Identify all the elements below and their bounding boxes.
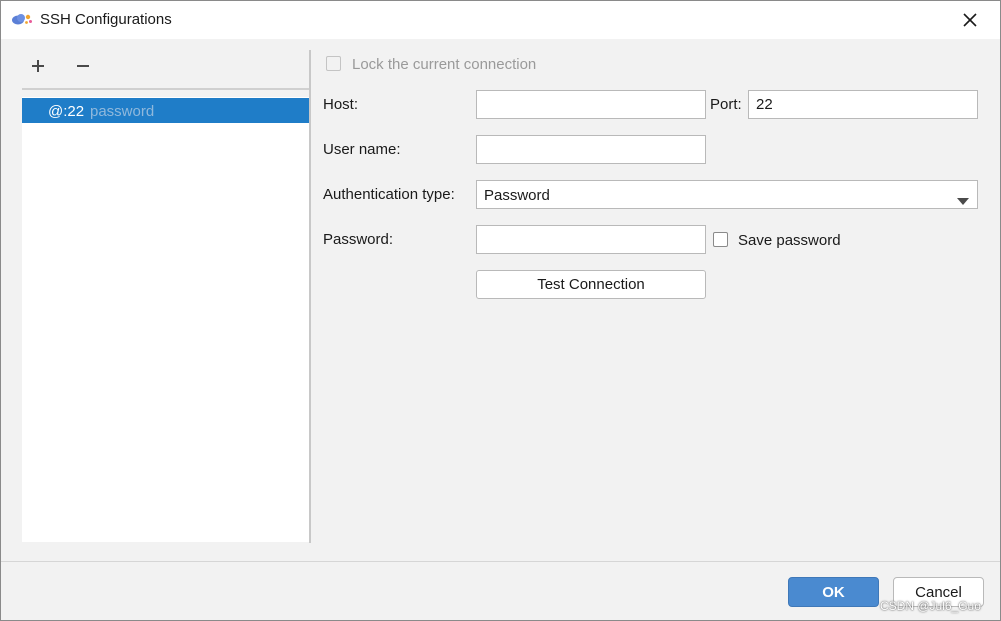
connection-list[interactable]: @:22 password [22, 97, 309, 542]
port-label: Port: [710, 96, 742, 113]
close-icon [963, 13, 977, 27]
host-input[interactable] [476, 90, 706, 119]
password-input[interactable] [476, 225, 706, 254]
authentication-type-select[interactable]: Password [476, 180, 978, 209]
pane-splitter[interactable] [309, 50, 311, 543]
user-name-input[interactable] [476, 135, 706, 164]
footer-divider [1, 561, 1000, 562]
ok-button[interactable]: OK [788, 577, 879, 607]
ssh-configurations-dialog: SSH Configurations @:22 password Lock th… [0, 0, 1001, 621]
plus-icon [32, 60, 44, 72]
toolbar-divider [22, 88, 309, 90]
watermark: CSDN @Jul6_Guo [880, 599, 981, 613]
lock-connection-checkbox[interactable] [326, 56, 341, 72]
connection-auth-type: password [90, 103, 155, 120]
password-label: Password: [323, 231, 394, 248]
connection-label: @:22 [48, 103, 85, 120]
cloud-config-icon [11, 12, 33, 26]
save-password-label: Save password [738, 232, 841, 249]
port-input[interactable] [748, 90, 978, 119]
add-connection-button[interactable] [28, 56, 48, 76]
window-title: SSH Configurations [40, 11, 172, 28]
user-name-label: User name: [323, 141, 401, 158]
host-label: Host: [323, 96, 359, 113]
save-password-row: Save password [713, 231, 841, 251]
authentication-type-label: Authentication type: [323, 186, 455, 203]
save-password-checkbox[interactable] [713, 232, 728, 248]
authentication-type-value: Password [484, 187, 550, 204]
test-connection-button[interactable]: Test Connection [476, 270, 706, 299]
lock-connection-label: Lock the current connection [352, 56, 537, 73]
list-item[interactable]: @:22 password [22, 98, 309, 123]
title-bar: SSH Configurations [1, 1, 1000, 39]
close-button[interactable] [957, 7, 983, 33]
remove-connection-button[interactable] [73, 56, 93, 76]
lock-connection-row: Lock the current connection [326, 55, 536, 75]
minus-icon [77, 65, 89, 67]
chevron-down-icon [957, 192, 969, 210]
